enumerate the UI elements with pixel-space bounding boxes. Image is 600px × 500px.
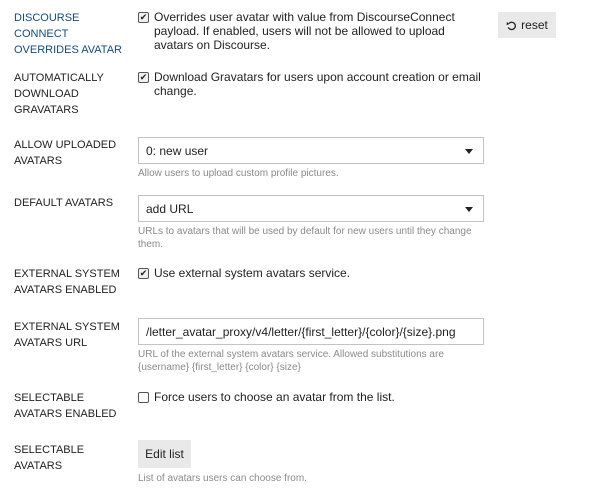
gravatars-checkbox-text: Download Gravatars for users upon accoun… xyxy=(154,70,481,98)
selectable-avatars-description: List of avatars users can choose from. xyxy=(138,473,307,484)
caret-down-icon xyxy=(465,149,473,154)
caret-down-icon xyxy=(465,207,473,212)
external-avatars-url-input[interactable] xyxy=(138,318,484,345)
gravatars-setting: ✔ Download Gravatars for users upon acco… xyxy=(138,70,483,98)
allow-uploaded-avatars-selected-value: 0: new user xyxy=(146,143,209,158)
discourse-connect-overrides-avatar-label: DISCOURSE CONNECT OVERRIDES AVATAR xyxy=(14,12,122,56)
allow-uploaded-avatars-select[interactable]: 0: new user xyxy=(138,137,484,164)
discourse-connect-checkbox[interactable]: ✔ xyxy=(138,12,149,23)
external-system-avatars-url-label: EXTERNAL SYSTEM AVATARS URL xyxy=(14,321,120,349)
edit-list-button[interactable]: Edit list xyxy=(138,440,191,468)
allow-uploaded-avatars-description: Allow users to upload custom profile pic… xyxy=(138,168,339,179)
default-avatars-label: DEFAULT AVATARS xyxy=(14,197,114,209)
selectable-avatars-enabled-checkbox-text: Force users to choose an avatar from the… xyxy=(154,390,395,404)
selectable-avatars-label: SELECTABLE AVATARS xyxy=(14,444,85,472)
reset-label: reset xyxy=(521,18,548,32)
external-avatars-enabled-checkbox[interactable]: ✔ xyxy=(138,268,149,279)
edit-list-label: Edit list xyxy=(145,447,184,461)
external-avatars-enabled-checkbox-text: Use external system avatars service. xyxy=(154,266,351,280)
undo-icon xyxy=(506,21,517,30)
default-avatars-selected-value: add URL xyxy=(146,201,194,216)
external-avatars-url-description: URL of the external system avatars servi… xyxy=(138,349,444,373)
reset-button[interactable]: reset xyxy=(498,12,556,38)
default-avatars-select[interactable]: add URL xyxy=(138,195,484,222)
selectable-avatars-enabled-setting: Force users to choose an avatar from the… xyxy=(138,390,483,404)
external-avatars-enabled-setting: ✔ Use external system avatars service. xyxy=(138,266,483,280)
selectable-avatars-enabled-checkbox[interactable] xyxy=(138,392,149,403)
discourse-connect-setting: ✔ Overrides user avatar with value from … xyxy=(138,10,483,52)
discourse-connect-checkbox-text: Overrides user avatar with value from Di… xyxy=(154,10,455,52)
selectable-avatars-enabled-label: SELECTABLE AVATARS ENABLED xyxy=(14,392,117,420)
allow-uploaded-avatars-label: ALLOW UPLOADED AVATARS xyxy=(14,139,117,167)
default-avatars-description: URLs to avatars that will be used by def… xyxy=(138,226,472,250)
external-system-avatars-enabled-label: EXTERNAL SYSTEM AVATARS ENABLED xyxy=(14,268,120,296)
gravatars-checkbox[interactable]: ✔ xyxy=(138,72,149,83)
automatically-download-gravatars-label: AUTOMATICALLY DOWNLOAD GRAVATARS xyxy=(14,72,104,116)
